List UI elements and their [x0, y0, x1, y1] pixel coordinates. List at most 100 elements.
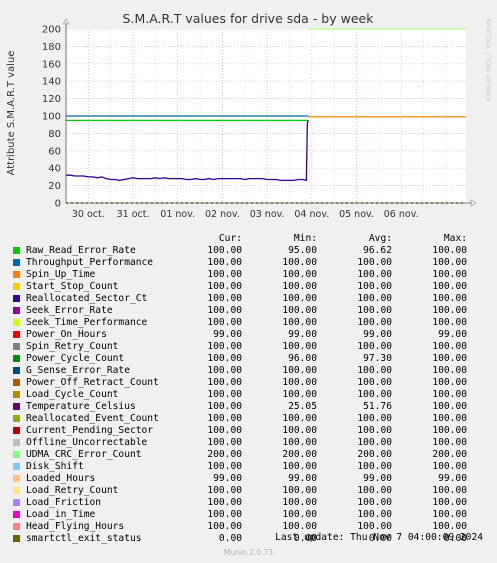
legend-avg: 100.00 — [357, 461, 392, 472]
legend-name: Load_in_Time — [26, 509, 96, 520]
legend-max: 100.00 — [432, 509, 467, 520]
legend-avg: 100.00 — [357, 485, 392, 496]
legend-min: 25.05 — [288, 401, 317, 412]
legend-avg: 100.00 — [357, 305, 392, 316]
legend-min: 100.00 — [282, 257, 317, 268]
legend-cur: 100.00 — [207, 305, 242, 316]
legend-name: Load_Friction — [26, 497, 102, 508]
header-max: Max: — [443, 233, 467, 244]
legend-max: 99.00 — [438, 329, 467, 340]
legend-min: 100.00 — [282, 437, 317, 448]
legend-cur: 100.00 — [207, 353, 242, 364]
legend-avg: 100.00 — [357, 341, 392, 352]
legend-name: Loaded_Hours — [26, 473, 96, 484]
legend-cur: 100.00 — [207, 401, 242, 412]
legend-name: Reallocated_Sector_Ct — [26, 293, 148, 304]
legend-max: 99.00 — [438, 473, 467, 484]
legend-min: 100.00 — [282, 425, 317, 436]
legend-swatch — [13, 463, 20, 470]
legend-row: Load_Cycle_Count 100.00 100.00 100.00 100.00 — [0, 389, 497, 401]
legend-min: 95.00 — [288, 245, 317, 256]
legend-max: 100.00 — [432, 461, 467, 472]
legend-row: Spin_Up_Time 100.00 100.00 100.00 100.00 — [0, 269, 497, 281]
legend-name: UDMA_CRC_Error_Count — [26, 449, 142, 460]
legend-avg: 100.00 — [357, 257, 392, 268]
legend-avg: 100.00 — [357, 317, 392, 328]
legend-row: Start_Stop_Count 100.00 100.00 100.00 100.00 — [0, 281, 497, 293]
legend-name: Load_Retry_Count — [26, 485, 119, 496]
legend-swatch — [13, 415, 20, 422]
legend-min: 99.00 — [288, 473, 317, 484]
legend-min: 100.00 — [282, 377, 317, 388]
legend-avg: 100.00 — [357, 281, 392, 292]
legend-avg: 100.00 — [357, 293, 392, 304]
legend-min: 100.00 — [282, 305, 317, 316]
legend-cur: 100.00 — [207, 245, 242, 256]
legend-name: Temperature_Celsius — [26, 401, 136, 412]
legend-name: Seek_Time_Performance — [26, 317, 148, 328]
legend-row: Seek_Time_Performance 100.00 100.00 100.00 1… — [0, 317, 497, 329]
legend-avg: 100.00 — [357, 365, 392, 376]
x-tick-label: 06 nov. — [384, 209, 419, 220]
legend-swatch — [13, 499, 20, 506]
legend-avg: 100.00 — [357, 425, 392, 436]
legend-row: Spin_Retry_Count 100.00 100.00 100.00 100.00 — [0, 341, 497, 353]
legend-avg: 200.00 — [357, 449, 392, 460]
x-tick-label: 03 nov. — [250, 209, 285, 220]
legend-min: 96.00 — [288, 353, 317, 364]
legend-avg: 99.00 — [363, 329, 392, 340]
legend-max: 100.00 — [432, 269, 467, 280]
legend-swatch — [13, 475, 20, 482]
legend-cur: 100.00 — [207, 461, 242, 472]
legend-name: Power_On_Hours — [26, 329, 107, 340]
legend-max: 100.00 — [432, 437, 467, 448]
y-tick-label: 0 — [55, 199, 61, 210]
legend-max: 100.00 — [432, 401, 467, 412]
legend-avg: 100.00 — [357, 377, 392, 388]
legend-min: 200.00 — [282, 449, 317, 460]
legend-max: 100.00 — [432, 293, 467, 304]
x-tick-label: 05 nov. — [339, 209, 374, 220]
legend-cur: 100.00 — [207, 341, 242, 352]
legend-min: 99.00 — [288, 329, 317, 340]
legend-swatch — [13, 523, 20, 530]
y-axis-label: Attribute S.M.A.R.T value — [6, 51, 17, 176]
x-axis-ticks: 30 oct. 31 oct. 01 nov. 02 nov. 03 nov. 04 no… — [72, 209, 419, 220]
legend-name: Spin_Retry_Count — [26, 341, 119, 352]
legend-cur: 100.00 — [207, 281, 242, 292]
legend-name: Load_Cycle_Count — [26, 389, 119, 400]
legend-max: 100.00 — [432, 341, 467, 352]
legend-name: Power_Cycle_Count — [26, 353, 125, 364]
legend-row: Load_Retry_Count 100.00 100.00 100.00 100.00 — [0, 485, 497, 497]
header-avg: Avg: — [368, 233, 392, 244]
legend-max: 100.00 — [432, 377, 467, 388]
footer: Last update: Thu Nov 7 04:00:09 2024 — [0, 532, 497, 544]
legend-row: Load_in_Time 100.00 100.00 100.00 100.00 — [0, 509, 497, 521]
legend-min: 100.00 — [282, 269, 317, 280]
legend-avg: 99.00 — [363, 473, 392, 484]
legend-row: Power_Cycle_Count 100.00 96.00 97.30 100.00 — [0, 353, 497, 365]
legend-name: Power_Off_Retract_Count — [26, 377, 159, 388]
legend-max: 100.00 — [432, 413, 467, 424]
legend-min: 100.00 — [282, 281, 317, 292]
legend-swatch — [13, 367, 20, 374]
legend-row: Seek_Error_Rate 100.00 100.00 100.00 100.00 — [0, 305, 497, 317]
legend-swatch — [13, 259, 20, 266]
y-tick-label: 120 — [42, 94, 61, 105]
legend-max: 100.00 — [432, 353, 467, 364]
legend-cur: 100.00 — [207, 437, 242, 448]
munin-version: Munin 2.0.73 — [223, 548, 274, 557]
legend-cur: 99.00 — [213, 473, 242, 484]
last-update: Last update: Thu Nov 7 04:00:09 2024 — [275, 532, 483, 543]
legend-row: Temperature_Celsius 100.00 25.05 51.76 100.0… — [0, 401, 497, 413]
legend-max: 100.00 — [432, 257, 467, 268]
y-axis-ticks: 0 20 40 60 80 100 120 140 160 180 200 — [42, 25, 61, 210]
legend-min: 100.00 — [282, 317, 317, 328]
legend-avg: 100.00 — [357, 269, 392, 280]
smart-chart: S.M.A.R.T values for drive sda - by week… — [6, 11, 492, 220]
legend-avg: 51.76 — [363, 401, 392, 412]
legend-min: 100.00 — [282, 293, 317, 304]
legend-max: 100.00 — [432, 245, 467, 256]
y-tick-label: 140 — [42, 77, 61, 88]
x-tick-label: 04 nov. — [294, 209, 329, 220]
